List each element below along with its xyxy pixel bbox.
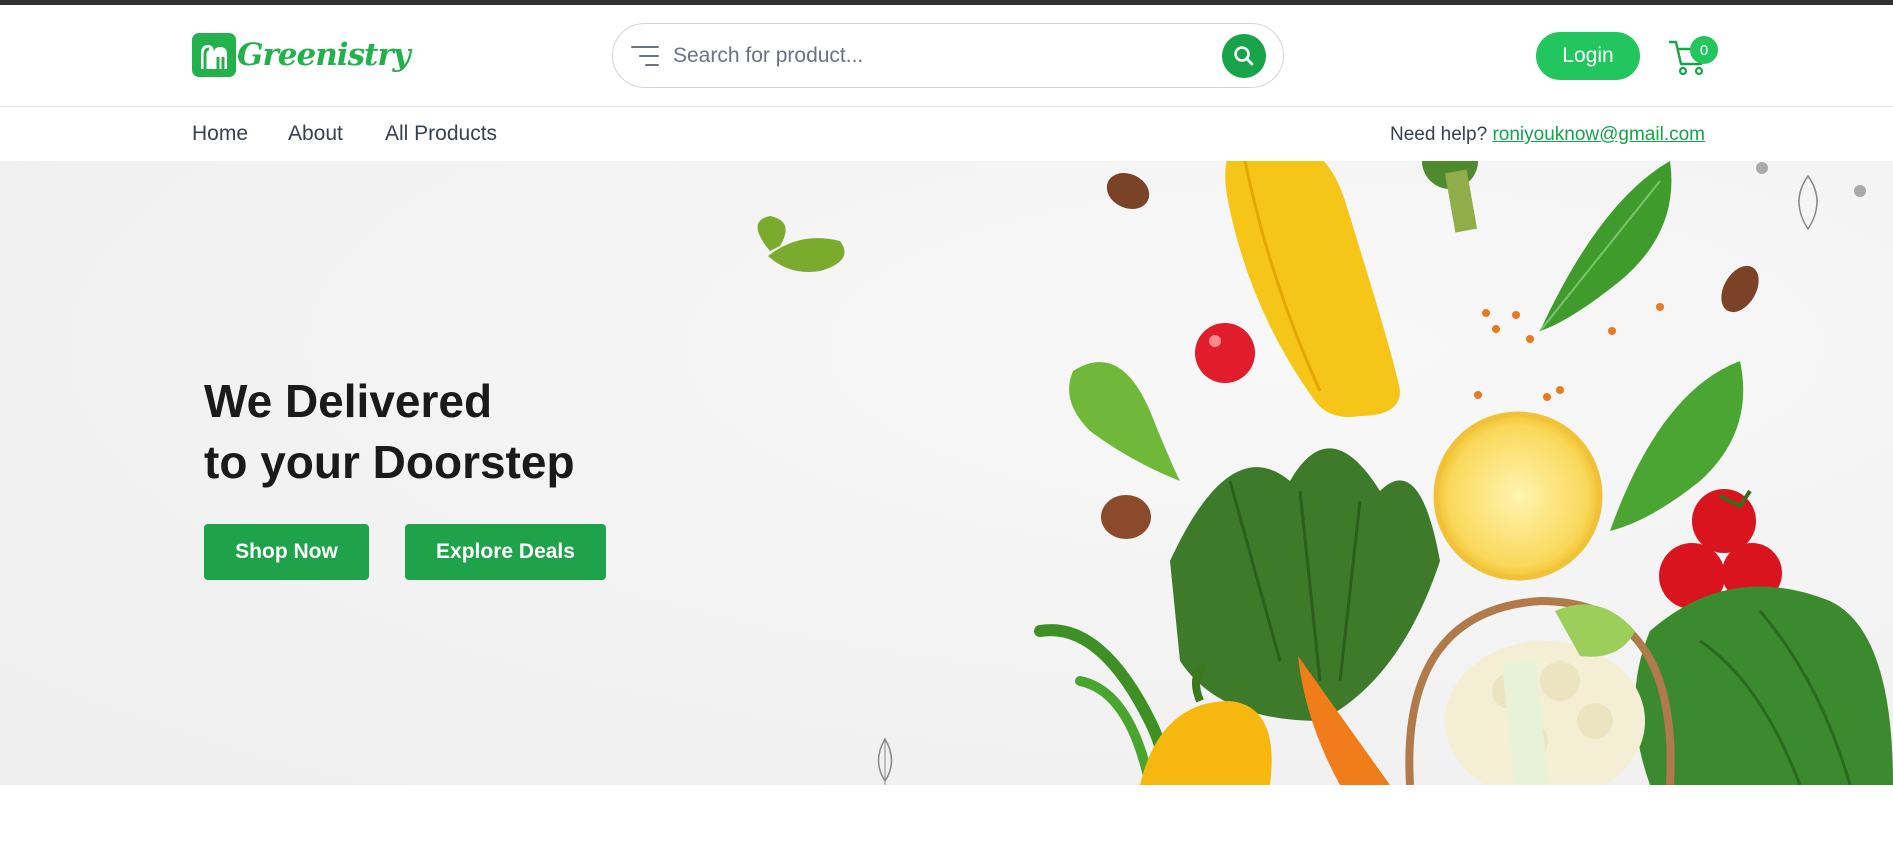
help-label: Need help? [1389,124,1488,145]
cart-count-badge: 0 [1690,36,1718,64]
login-button[interactable]: Login [1536,32,1640,80]
nav-link-about[interactable]: About [288,122,343,146]
search-input[interactable] [673,40,1193,72]
search-bar [612,23,1284,88]
header: Greenistry Login 0 [0,5,1893,107]
hero-banner: We Delivered to your Doorstep Shop Now E… [0,161,1893,785]
logo-text: Greenistry [237,37,411,73]
search-button[interactable] [1222,34,1266,78]
explore-deals-button[interactable]: Explore Deals [405,524,606,580]
help-contact: Need help? roniyouknow@gmail.com [1390,124,1705,146]
search-icon [1234,46,1254,66]
shop-now-button[interactable]: Shop Now [204,524,369,580]
hero-title-line-1: We Delivered [204,375,493,427]
help-email-link[interactable]: roniyouknow@gmail.com [1492,124,1705,145]
menu-lines-icon[interactable] [631,45,659,67]
hero-title-line-2: to your Doorstep [204,436,575,488]
logo-bag-icon [192,33,236,77]
nav-link-all-products[interactable]: All Products [385,122,497,146]
nav-bar: Home About All Products Need help? roniy… [0,108,1893,161]
logo[interactable]: Greenistry [192,33,411,77]
nav-link-home[interactable]: Home [192,122,248,146]
hero-title: We Delivered to your Doorstep [204,371,575,493]
